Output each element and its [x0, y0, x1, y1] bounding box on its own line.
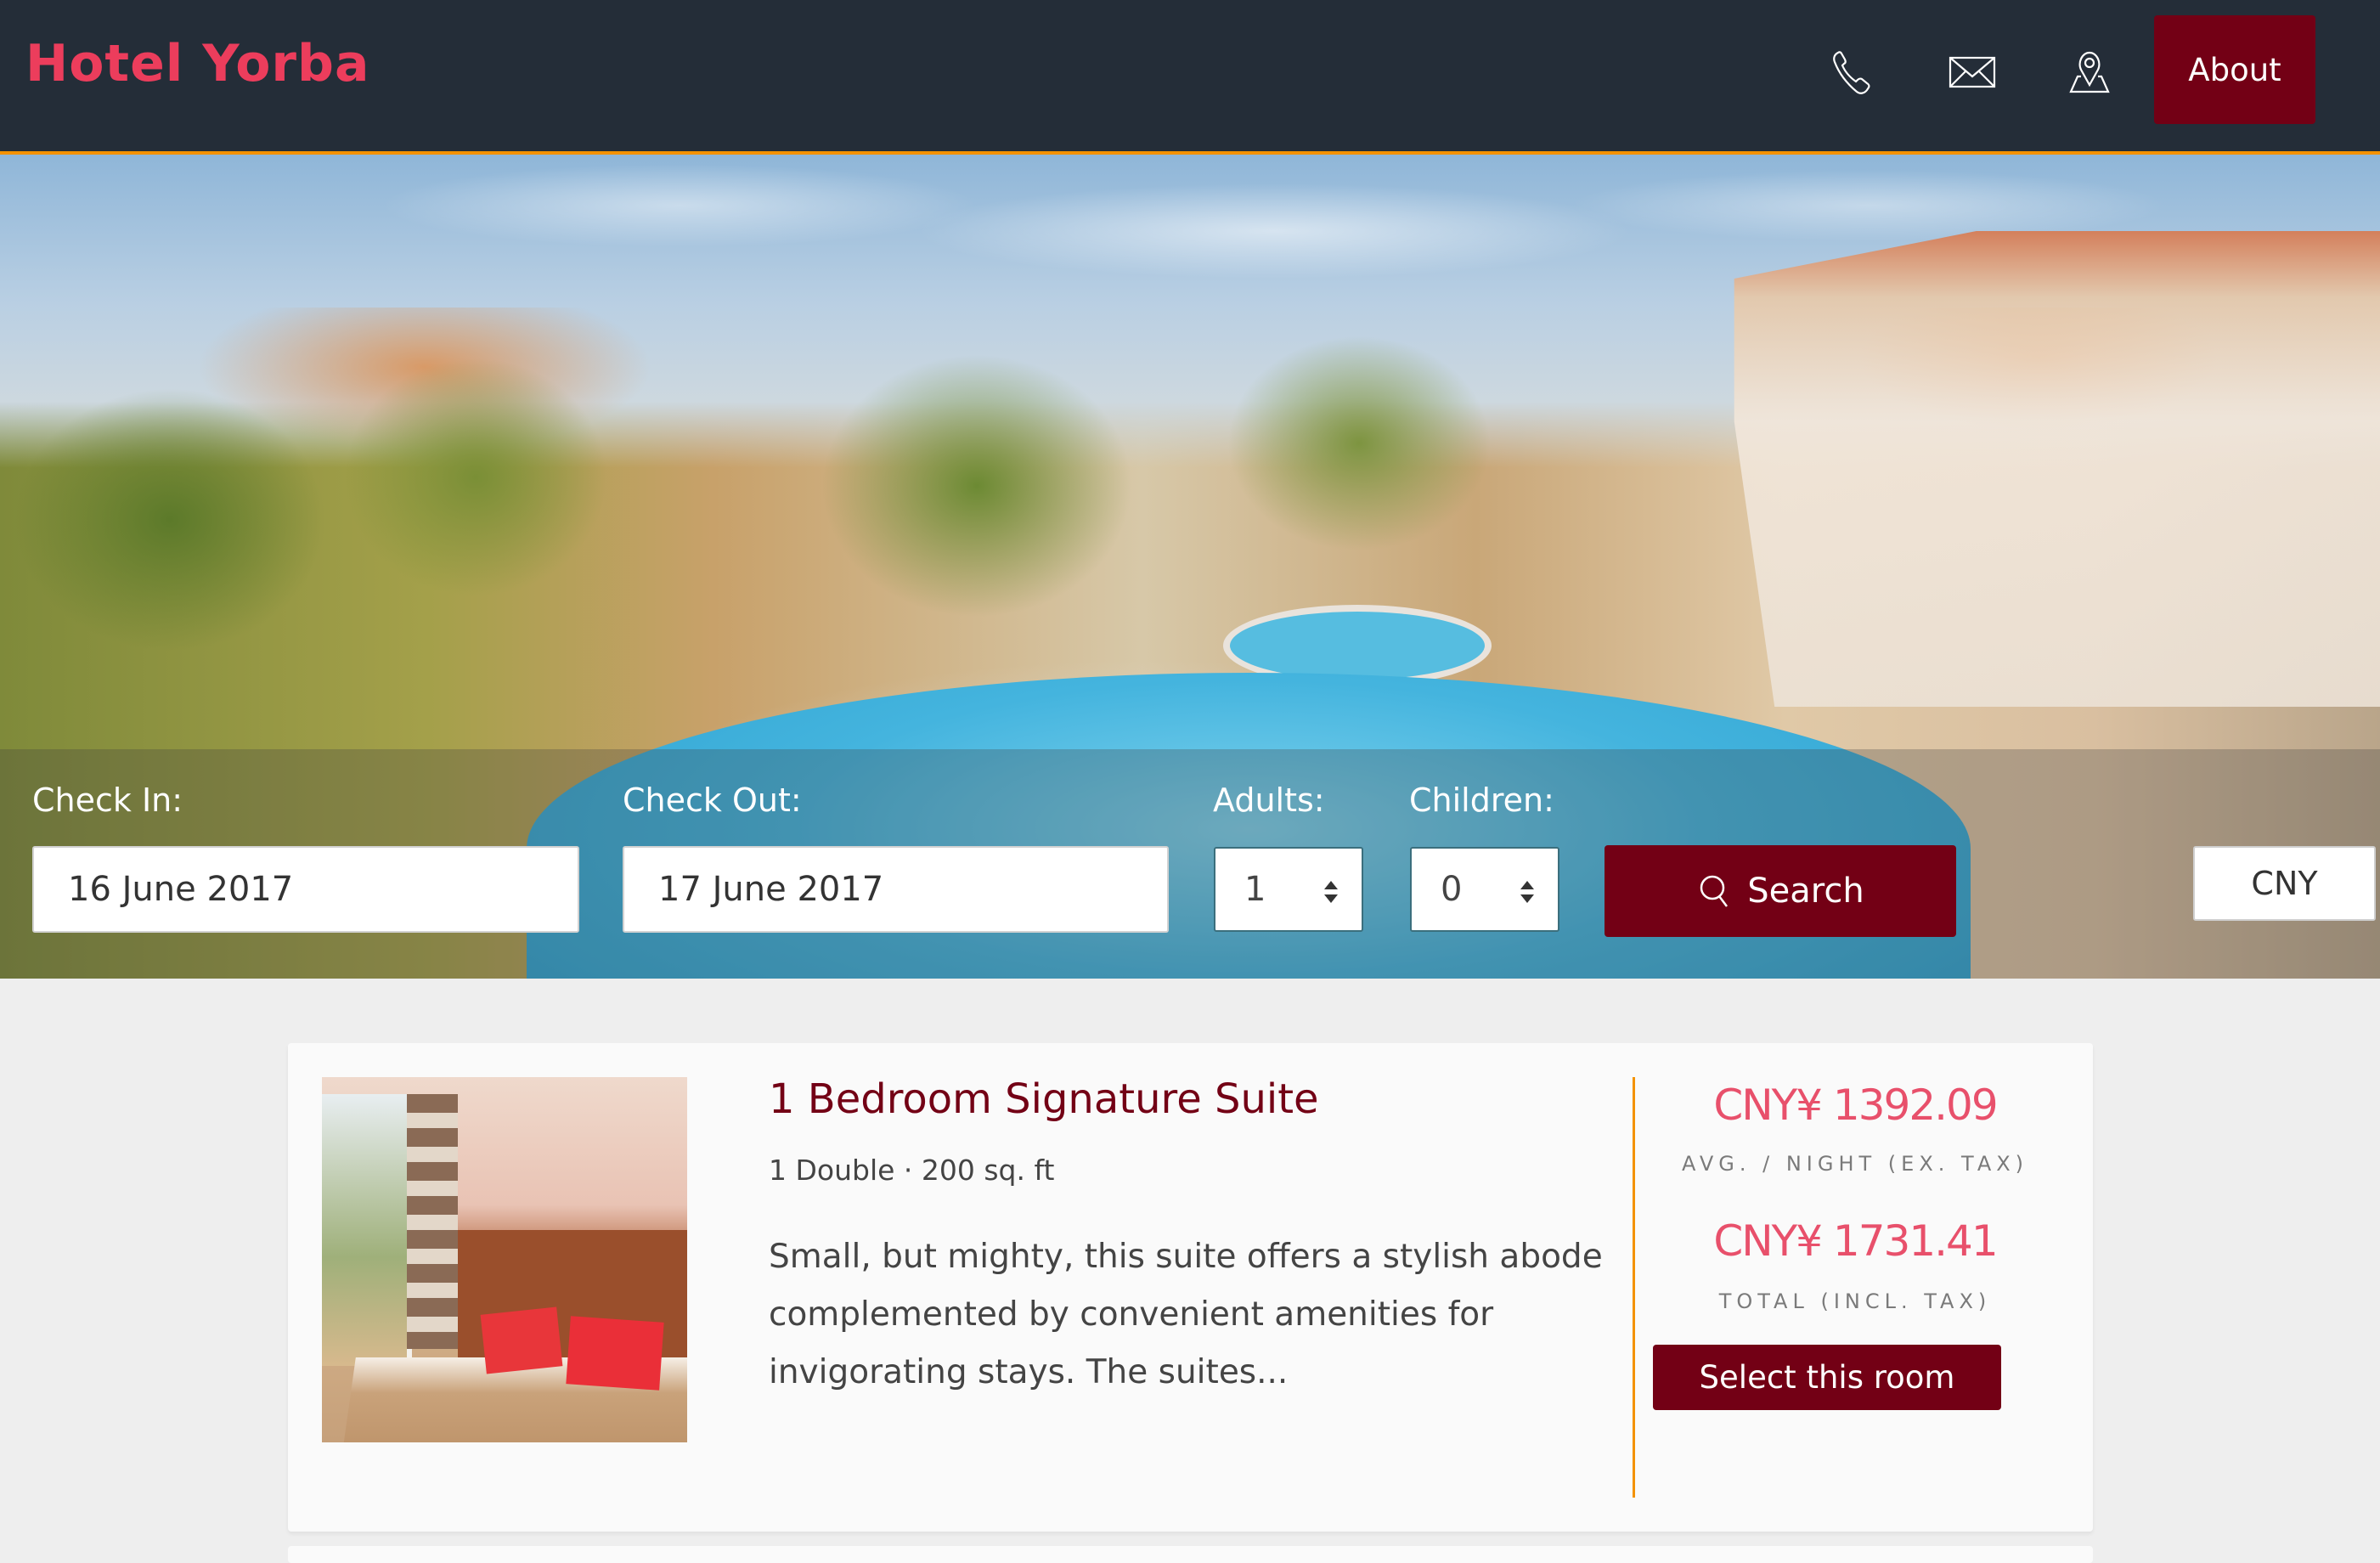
currency-selector[interactable]: CNY	[2193, 846, 2376, 921]
children-label: Children:	[1409, 782, 1554, 819]
children-value: 0	[1441, 870, 1463, 909]
avg-night-price: CNY¥ 1392.09	[1713, 1081, 1998, 1130]
children-select[interactable]: 0	[1410, 847, 1559, 932]
search-button-label: Search	[1747, 872, 1864, 911]
phone-icon[interactable]	[1826, 48, 1877, 99]
avg-night-price-label: AVG. / NIGHT (EX. TAX)	[1681, 1152, 2029, 1176]
room-image[interactable]	[322, 1077, 687, 1442]
select-arrows-icon	[1520, 881, 1534, 903]
check-in-label: Check In:	[32, 782, 183, 819]
search-icon	[1700, 875, 1729, 907]
room-image-curtain	[407, 1094, 458, 1349]
about-button[interactable]: About	[2154, 15, 2315, 124]
room-image-pillow	[566, 1316, 664, 1391]
room-image-window	[322, 1094, 412, 1366]
price-divider	[1633, 1077, 1635, 1498]
total-price: CNY¥ 1731.41	[1713, 1216, 1998, 1266]
room-image-pillow	[480, 1306, 563, 1374]
room-details: 1 Double · 200 sq. ft	[769, 1154, 1055, 1187]
location-icon[interactable]	[2064, 48, 2115, 99]
adults-value: 1	[1244, 870, 1266, 909]
check-in-input[interactable]: 16 June 2017	[32, 846, 579, 933]
price-column: CNY¥ 1392.09 AVG. / NIGHT (EX. TAX) CNY¥…	[1647, 1043, 2093, 1532]
check-out-label: Check Out:	[623, 782, 802, 819]
hero-banner: Check In: 16 June 2017 Check Out: 17 Jun…	[0, 155, 2380, 979]
search-button[interactable]: Search	[1605, 845, 1956, 937]
hotel-logo[interactable]: Hotel Yorba	[25, 34, 369, 93]
select-arrows-icon	[1324, 881, 1338, 903]
total-price-label: TOTAL (INCL. TAX)	[1718, 1289, 1992, 1313]
adults-select[interactable]: 1	[1214, 847, 1363, 932]
room-card	[288, 1546, 2093, 1563]
select-room-button[interactable]: Select this room	[1653, 1345, 2001, 1410]
site-header: Hotel Yorba About	[0, 0, 2380, 155]
check-out-input[interactable]: 17 June 2017	[623, 846, 1169, 933]
mail-icon[interactable]	[1947, 48, 1998, 99]
room-title[interactable]: 1 Bedroom Signature Suite	[769, 1075, 1319, 1123]
adults-label: Adults:	[1213, 782, 1325, 819]
room-card: 1 Bedroom Signature Suite 1 Double · 200…	[288, 1043, 2093, 1532]
room-description: Small, but mighty, this suite offers a s…	[769, 1238, 1603, 1391]
